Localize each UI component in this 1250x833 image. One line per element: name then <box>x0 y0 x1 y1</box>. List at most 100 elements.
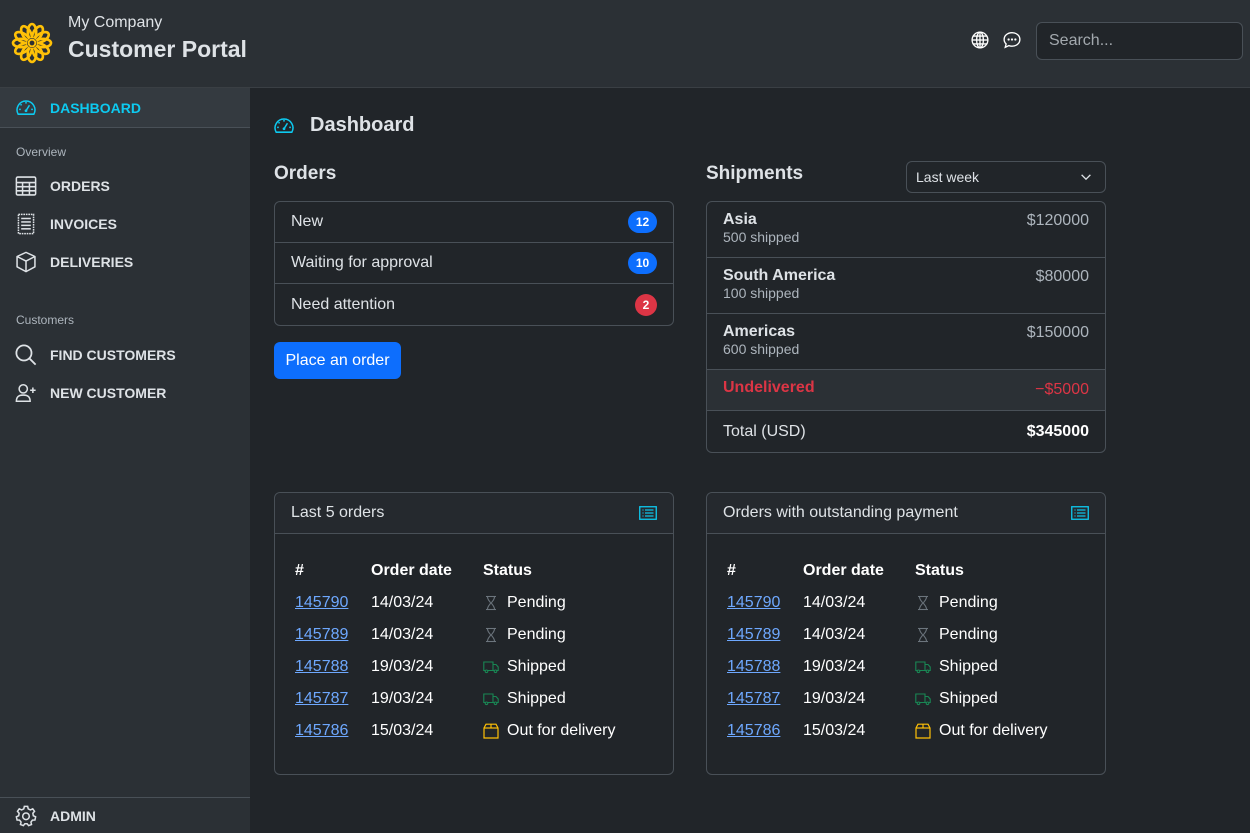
total-amount: $345000 <box>1026 422 1089 440</box>
sidebar-heading-overview: Overview <box>16 145 67 159</box>
sidebar-item-label: DELIVERIES <box>50 254 134 270</box>
speedometer-icon <box>16 99 36 115</box>
package-icon <box>483 723 507 739</box>
list-item[interactable]: Waiting for approval 10 <box>275 243 673 284</box>
shipments-list: Asia 500 shipped $120000 South America 1… <box>706 201 1106 453</box>
sidebar-item-label: NEW CUSTOMER <box>50 385 167 401</box>
hourglass-icon <box>483 627 507 643</box>
order-link[interactable]: 145790 <box>295 594 348 611</box>
order-link[interactable]: 145786 <box>295 722 348 739</box>
list-icon[interactable] <box>1071 506 1089 520</box>
table-header-row: # Order date Status <box>295 555 615 587</box>
top-header: My Company Customer Portal <box>0 0 1250 88</box>
status-cell: Shipped <box>915 683 1047 715</box>
undelivered-label: Undelivered <box>723 379 815 396</box>
company-name: My Company <box>68 14 163 31</box>
app-title: Customer Portal <box>68 36 247 62</box>
status-cell: Shipped <box>483 683 615 715</box>
receipt-icon <box>17 213 35 235</box>
shipment-row: Americas 600 shipped $150000 <box>707 314 1105 370</box>
status-badge: Shipped <box>483 690 615 708</box>
shipment-region: South America <box>723 267 836 284</box>
hourglass-icon <box>915 627 939 643</box>
order-link[interactable]: 145787 <box>295 690 348 707</box>
shipment-amount: $80000 <box>1035 268 1089 285</box>
table-header-row: # Order date Status <box>727 555 1047 587</box>
person-add-icon <box>15 383 36 403</box>
column-header: # <box>727 562 736 579</box>
place-order-button[interactable]: Place an order <box>274 342 401 379</box>
sidebar-item-invoices[interactable]: INVOICES <box>0 207 250 241</box>
sidebar-item-find-customers[interactable]: FIND CUSTOMERS <box>0 338 250 372</box>
box-icon <box>16 251 36 273</box>
order-id-cell: 145790 <box>295 587 371 619</box>
shipment-region: Americas <box>723 323 796 340</box>
status-text: Pending <box>939 594 998 611</box>
order-id-cell: 145790 <box>727 587 803 619</box>
shipment-count: 500 shipped <box>723 229 800 245</box>
period-select[interactable]: Last week <box>906 161 1106 193</box>
order-link[interactable]: 145789 <box>295 626 348 643</box>
flower-logo-icon <box>11 22 53 64</box>
list-item[interactable]: Need attention 2 <box>275 284 673 325</box>
status-cell: Out for delivery <box>915 715 1047 747</box>
card-title: Last 5 orders <box>291 504 385 521</box>
order-link[interactable]: 145788 <box>295 658 348 675</box>
undelivered-amount: −$5000 <box>1035 381 1089 398</box>
card-header: Last 5 orders <box>275 493 673 534</box>
total-row: Total (USD) $345000 <box>707 411 1105 452</box>
chat-icon[interactable] <box>1003 31 1021 49</box>
order-date-cell: 19/03/24 <box>803 658 866 675</box>
order-id-cell: 145786 <box>295 715 371 747</box>
table-row: 145788 19/03/24 Shipped <box>727 651 1047 683</box>
order-id-cell: 145788 <box>727 651 803 683</box>
count-badge: 12 <box>628 211 657 233</box>
sidebar-item-deliveries[interactable]: DELIVERIES <box>0 245 250 279</box>
order-link[interactable]: 145790 <box>727 594 780 611</box>
status-badge: Shipped <box>483 658 615 676</box>
order-link[interactable]: 145786 <box>727 722 780 739</box>
order-date-cell: 15/03/24 <box>371 722 434 739</box>
order-date-cell: 14/03/24 <box>371 626 434 643</box>
undelivered-row: Undelivered −$5000 <box>707 370 1105 411</box>
orders-table: # Order date Status 145790 14/03/24 Pendin… <box>727 555 1047 747</box>
search-input[interactable] <box>1036 22 1243 60</box>
order-date-cell: 14/03/24 <box>371 594 434 611</box>
order-id-cell: 145789 <box>295 619 371 651</box>
search-icon <box>15 344 37 366</box>
status-cell: Pending <box>915 587 1047 619</box>
truck-icon <box>915 659 939 675</box>
total-label: Total (USD) <box>723 422 806 440</box>
sidebar-item-dashboard[interactable]: DASHBOARD <box>0 88 250 128</box>
status-text: Out for delivery <box>939 722 1048 739</box>
status-cell: Shipped <box>915 651 1047 683</box>
column-header: # <box>295 562 304 579</box>
status-badge: Pending <box>915 594 1047 612</box>
orders-title: Orders <box>274 163 337 184</box>
globe-icon[interactable] <box>971 31 989 49</box>
table-row: 145790 14/03/24 Pending <box>727 587 1047 619</box>
order-status-label: Need attention <box>291 295 396 313</box>
order-link[interactable]: 145789 <box>727 626 780 643</box>
table-row: 145789 14/03/24 Pending <box>295 619 615 651</box>
order-link[interactable]: 145787 <box>727 690 780 707</box>
status-text: Out for delivery <box>507 722 616 739</box>
order-date-cell: 19/03/24 <box>371 658 434 675</box>
status-text: Shipped <box>939 690 998 707</box>
order-status-label: Waiting for approval <box>291 254 433 271</box>
list-item[interactable]: New 12 <box>275 202 673 243</box>
shipment-count: 600 shipped <box>723 341 800 357</box>
sidebar-item-new-customer[interactable]: NEW CUSTOMER <box>0 376 250 410</box>
status-cell: Pending <box>483 587 615 619</box>
order-link[interactable]: 145788 <box>727 658 780 675</box>
column-header: Status <box>915 562 964 579</box>
order-id-cell: 145787 <box>295 683 371 715</box>
sidebar-item-admin[interactable]: ADMIN <box>0 797 250 833</box>
list-icon[interactable] <box>639 506 657 520</box>
table-row: 145788 19/03/24 Shipped <box>295 651 615 683</box>
status-badge: Out for delivery <box>915 722 1047 740</box>
column-header: Order date <box>803 562 884 579</box>
shipment-row: South America 100 shipped $80000 <box>707 258 1105 314</box>
status-cell: Out for delivery <box>483 715 615 747</box>
sidebar-item-orders[interactable]: ORDERS <box>0 169 250 203</box>
